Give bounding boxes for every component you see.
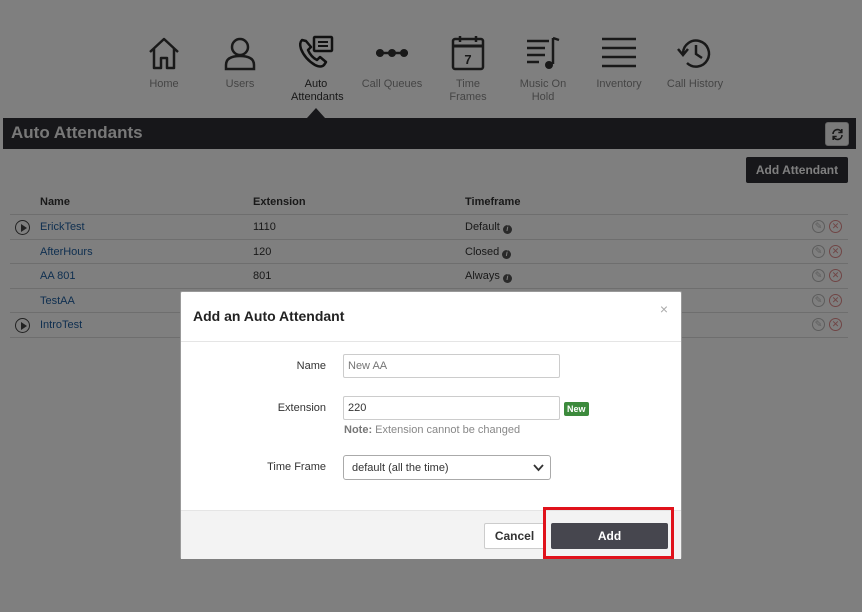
add-button-highlight <box>543 507 674 559</box>
note-text: Extension cannot be changed <box>372 424 521 436</box>
time-frame-select[interactable]: default (all the time) <box>343 455 551 480</box>
time-frame-label: Time Frame <box>267 461 326 473</box>
cancel-button[interactable]: Cancel <box>484 523 545 549</box>
close-icon[interactable]: × <box>660 301 668 317</box>
name-label: Name <box>296 360 326 372</box>
extension-label: Extension <box>277 402 326 414</box>
name-input[interactable] <box>343 354 560 378</box>
modal-title: Add an Auto Attendant <box>193 308 345 324</box>
new-badge: New <box>564 402 589 416</box>
modal-header: Add an Auto Attendant × <box>181 292 681 342</box>
note-prefix: Note: <box>344 424 373 436</box>
chevron-down-icon <box>533 464 544 472</box>
time-frame-selected-value: default (all the time) <box>352 462 449 474</box>
extension-note: Note: Extension cannot be changed <box>344 424 520 436</box>
extension-input[interactable] <box>343 396 560 420</box>
